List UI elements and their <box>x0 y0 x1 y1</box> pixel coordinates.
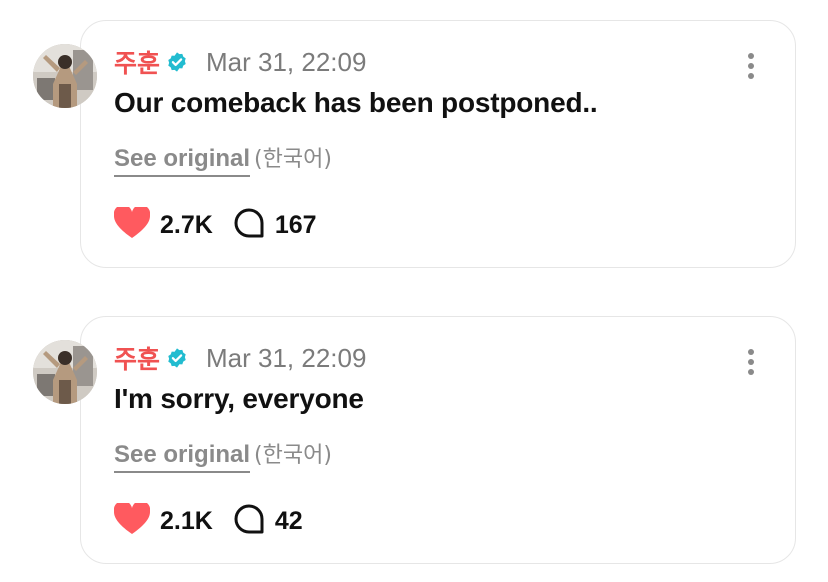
reply-count: 42 <box>274 506 303 535</box>
reply-button[interactable]: 167 <box>233 207 317 244</box>
author-name[interactable]: 주훈 <box>114 44 160 80</box>
post-header: 주훈 Mar 31, 22:09 <box>114 341 366 375</box>
post-item: 주훈 Mar 31, 22:09 I'm sorry, everyone See… <box>0 296 828 582</box>
post-actions: 2.1K 42 <box>113 500 303 541</box>
comment-bubble-icon <box>233 503 265 540</box>
see-original-link[interactable]: See original <box>114 441 251 473</box>
post-text: Our comeback has been postponed.. <box>114 87 598 118</box>
like-button[interactable]: 2.7K <box>113 204 213 244</box>
like-button[interactable]: 2.1K <box>113 500 213 540</box>
more-options-icon[interactable] <box>747 349 755 375</box>
post-timestamp: Mar 31, 22:09 <box>206 46 367 77</box>
like-count: 2.7K <box>160 210 213 239</box>
verified-badge-icon <box>166 347 188 369</box>
post-card[interactable]: 주훈 Mar 31, 22:09 Our comeback has been p… <box>80 20 796 268</box>
post-timestamp: Mar 31, 22:09 <box>206 342 367 373</box>
like-count: 2.1K <box>160 506 213 535</box>
more-options-icon[interactable] <box>747 53 755 79</box>
avatar[interactable] <box>33 340 97 404</box>
heart-icon <box>113 500 151 540</box>
reply-count: 167 <box>274 210 317 239</box>
translation-row: See original (한국어) <box>114 437 332 473</box>
post-card[interactable]: 주훈 Mar 31, 22:09 I'm sorry, everyone See… <box>80 316 796 564</box>
author-name[interactable]: 주훈 <box>114 340 160 376</box>
original-language-label: (한국어) <box>254 443 332 468</box>
post-text: I'm sorry, everyone <box>114 383 364 414</box>
avatar[interactable] <box>33 44 97 108</box>
see-original-link[interactable]: See original <box>114 145 251 177</box>
comment-bubble-icon <box>233 207 265 244</box>
post-actions: 2.7K 167 <box>113 204 317 245</box>
post-item: 주훈 Mar 31, 22:09 Our comeback has been p… <box>0 0 828 290</box>
reply-button[interactable]: 42 <box>233 503 303 540</box>
translation-row: See original (한국어) <box>114 141 332 177</box>
post-header: 주훈 Mar 31, 22:09 <box>114 45 366 79</box>
verified-badge-icon <box>166 51 188 73</box>
original-language-label: (한국어) <box>254 147 332 172</box>
heart-icon <box>113 204 151 244</box>
